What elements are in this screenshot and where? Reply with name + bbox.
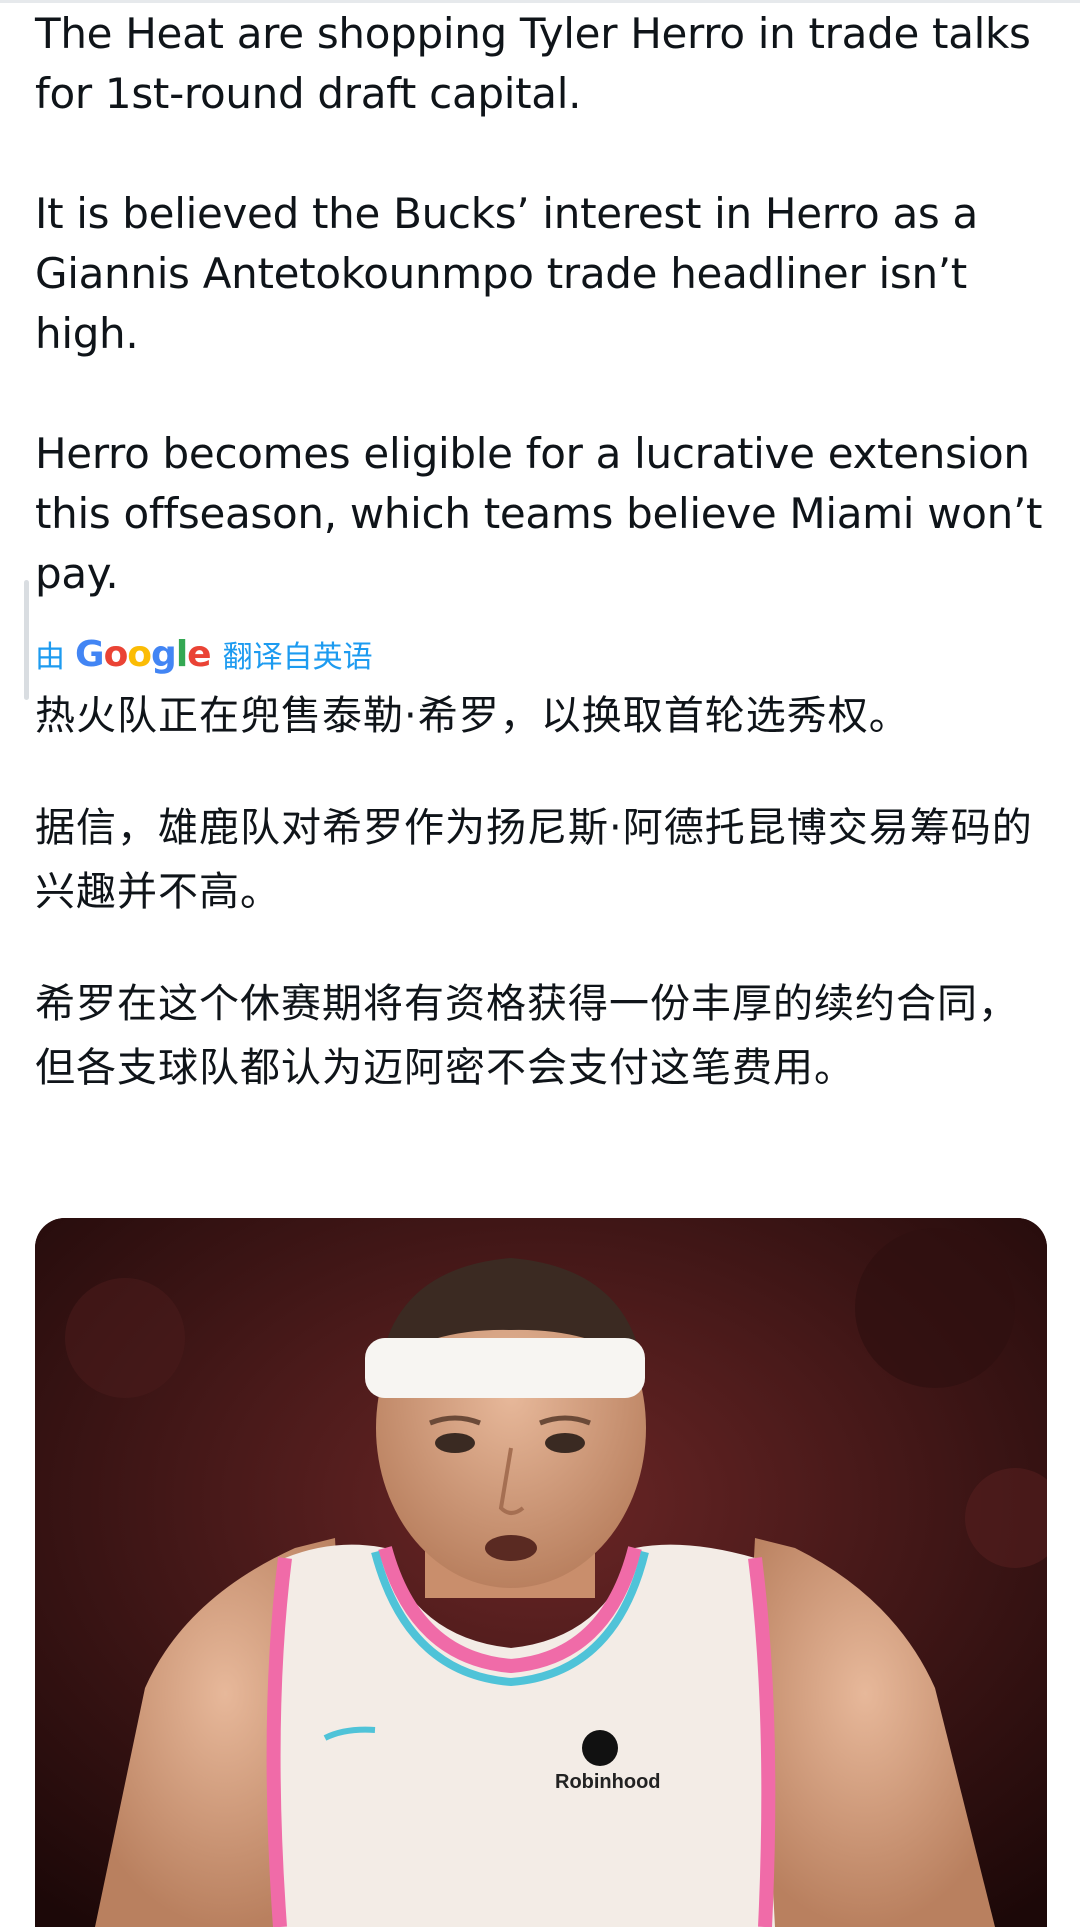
google-letter-4: g xyxy=(151,633,177,675)
translation-attribution[interactable]: 由 Google 翻译自英语 xyxy=(35,630,1045,678)
translation-by-label: 由 xyxy=(35,640,65,675)
google-letter-3: o xyxy=(127,633,152,675)
google-logo-icon: Google xyxy=(75,633,212,675)
translated-text: 热火队正在兜售泰勒·希罗，以换取首轮选秀权。 据信，雄鹿队对希罗作为扬尼斯·阿德… xyxy=(35,684,1045,1100)
scroll-indicator xyxy=(24,580,29,700)
basketball-player-photo: Robinhood xyxy=(35,1218,1047,1927)
translated-paragraph-2: 据信，雄鹿队对希罗作为扬尼斯·阿德托昆博交易筹码的兴趣并不高。 xyxy=(35,805,1033,915)
tweet-text-paragraph-3: Herro becomes eligible for a lucrative e… xyxy=(35,429,1043,598)
translated-paragraph-1: 热火队正在兜售泰勒·希罗，以换取首轮选秀权。 xyxy=(35,693,910,739)
translated-paragraph-3: 希罗在这个休赛期将有资格获得一份丰厚的续约合同，但各支球队都认为迈阿密不会支付这… xyxy=(35,981,1019,1091)
tweet-text-paragraph-1: The Heat are shopping Tyler Herro in tra… xyxy=(35,9,1031,118)
translation-source-label[interactable]: 翻译自英语 xyxy=(223,632,373,676)
top-divider xyxy=(0,0,1080,3)
jersey-sponsor-text: Robinhood xyxy=(555,1771,661,1793)
google-letter-1: G xyxy=(75,633,105,675)
tweet-body: The Heat are shopping Tyler Herro in tra… xyxy=(35,4,1045,1100)
tweet-text-paragraph-2: It is believed the Bucks’ interest in He… xyxy=(35,189,978,358)
google-letter-6: e xyxy=(187,633,211,675)
google-letter-2: o xyxy=(103,633,129,675)
tweet-photo[interactable]: Robinhood xyxy=(35,1218,1047,1927)
google-letter-5: l xyxy=(175,633,188,675)
